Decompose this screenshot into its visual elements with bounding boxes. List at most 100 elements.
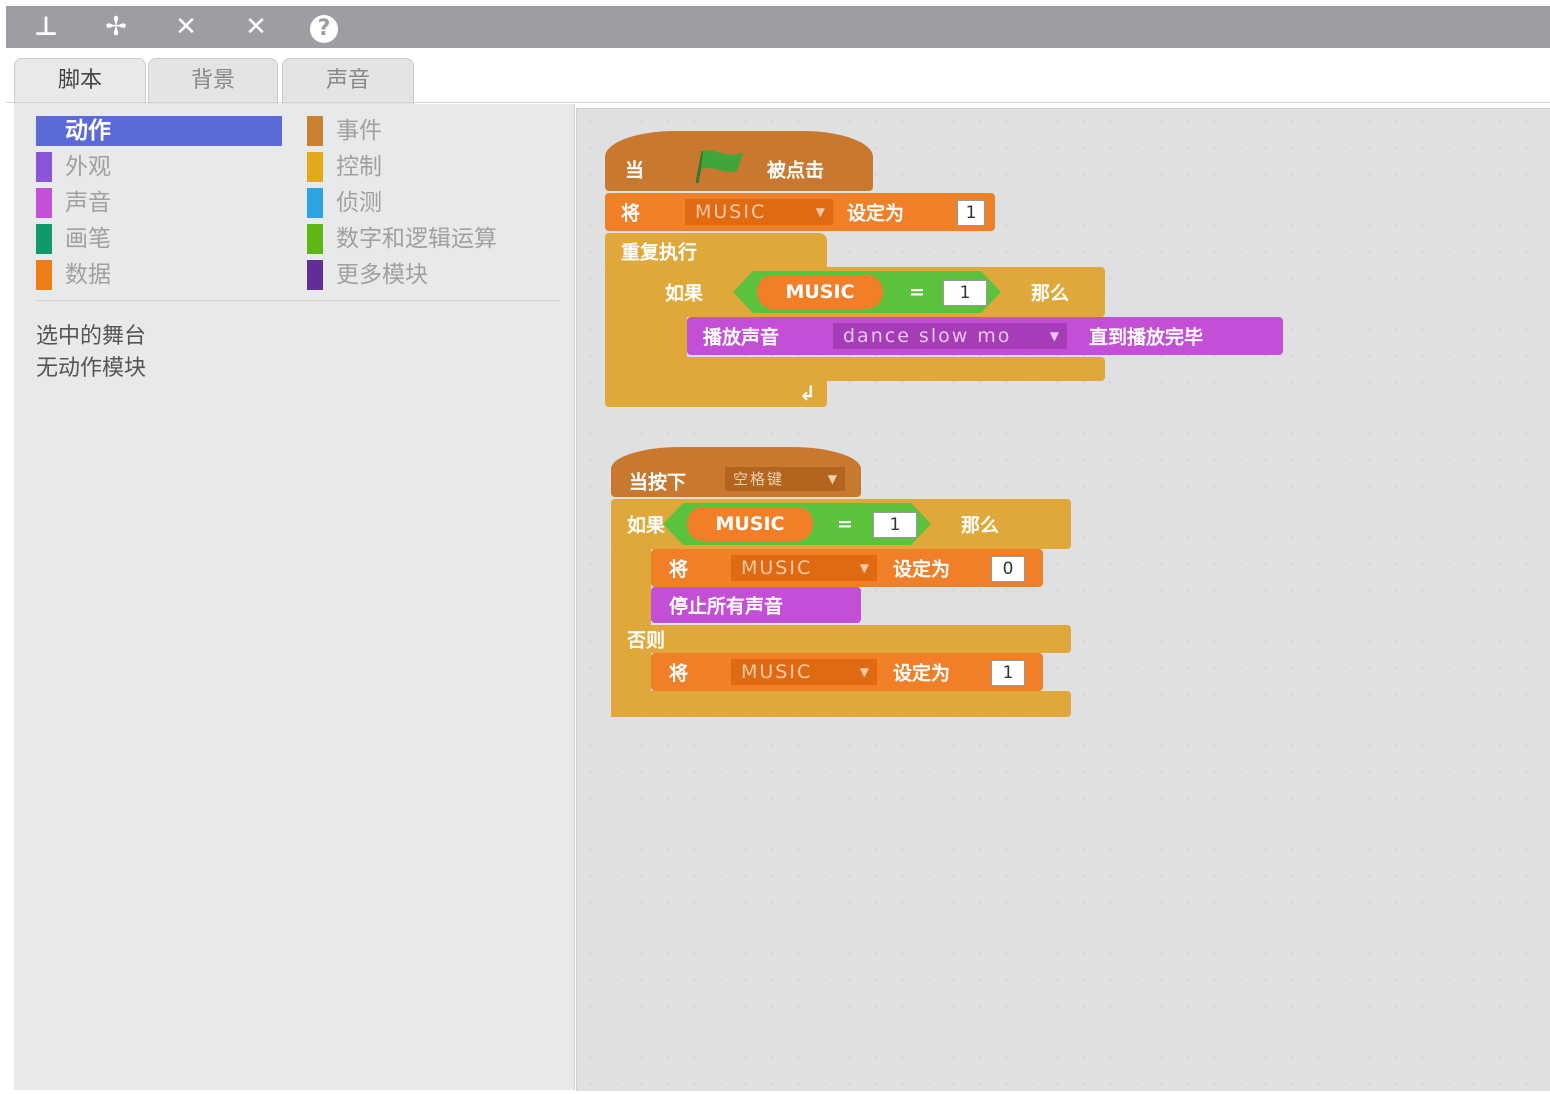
category-label: 数字和逻辑运算	[336, 226, 497, 252]
tab-divider	[6, 102, 1550, 103]
value-input[interactable]: 0	[991, 556, 1025, 582]
toolbar: ⊥ ✢ ✕ ✕ ?	[6, 6, 1550, 48]
dropdown-arrow-icon: ▼	[859, 665, 871, 679]
then-word: 那么	[961, 514, 1000, 537]
green-flag-icon	[695, 150, 743, 184]
forever-arm	[605, 267, 647, 387]
help-icon[interactable]: ?	[306, 12, 342, 43]
if-then-block[interactable]: 如果 MUSIC = 1 那么	[647, 267, 1105, 317]
compare-value-input[interactable]: 1	[943, 280, 987, 306]
set-variable-block[interactable]: 将 MUSIC ▼ 设定为 1	[605, 193, 995, 231]
category-label: 声音	[65, 190, 111, 216]
category-label: 事件	[336, 118, 382, 144]
tab-sounds[interactable]: 声音	[282, 58, 414, 105]
category-data[interactable]: 数据	[36, 260, 282, 290]
category-swatch	[36, 152, 52, 182]
set-to-label: 设定为	[893, 558, 951, 581]
variable-dropdown[interactable]: MUSIC ▼	[731, 555, 877, 581]
category-looks[interactable]: 外观	[36, 152, 282, 182]
category-swatch	[36, 188, 52, 218]
shrink-icon[interactable]: ✕	[238, 12, 274, 42]
category-label: 外观	[65, 154, 111, 180]
category-motion[interactable]: 动作	[36, 116, 282, 146]
sound-name: dance slow mo	[843, 325, 1012, 347]
category-swatch	[36, 116, 52, 146]
category-sensing[interactable]: 侦测	[307, 188, 557, 218]
hat-key-label: 当按下	[629, 471, 687, 494]
category-pen[interactable]: 画笔	[36, 224, 282, 254]
variable-name: MUSIC	[741, 661, 813, 683]
category-more-blocks[interactable]: 更多模块	[307, 260, 557, 290]
set-variable-block[interactable]: 将 MUSIC ▼ 设定为 1	[651, 653, 1043, 691]
loop-arrow-icon: ↲	[799, 381, 816, 405]
set-variable-block[interactable]: 将 MUSIC ▼ 设定为 0	[651, 549, 1043, 587]
category-label: 画笔	[65, 226, 111, 252]
if-word: 如果	[665, 282, 704, 305]
forever-foot: ↲	[605, 379, 827, 407]
if-else-block[interactable]: 如果 MUSIC = 1 那么	[611, 499, 1071, 549]
category-swatch	[36, 260, 52, 290]
category-swatch	[307, 224, 323, 254]
until-done-label: 直到播放完毕	[1089, 326, 1204, 349]
play-sound-label: 播放声音	[703, 326, 780, 349]
scripts-area[interactable]: 当 被点击 将 MUSIC ▼ 设定为 1 重复执行 ↲ 如果 MUSIC = …	[576, 108, 1550, 1091]
variable-reporter[interactable]: MUSIC	[687, 507, 813, 541]
dropdown-arrow-icon: ▼	[1049, 329, 1061, 343]
category-swatch	[36, 224, 52, 254]
category-swatch	[307, 260, 323, 290]
set-to-label: 设定为	[893, 662, 951, 685]
when-key-pressed-block[interactable]: 当按下 空格键 ▼	[611, 447, 861, 497]
category-sound[interactable]: 声音	[36, 188, 282, 218]
value-input[interactable]: 1	[991, 660, 1025, 686]
palette-message-line2: 无动作模块	[36, 356, 147, 381]
variable-name: MUSIC	[695, 201, 767, 223]
category-label: 侦测	[336, 190, 382, 216]
set-word: 将	[669, 662, 689, 685]
else-word: 否则	[627, 629, 666, 652]
stop-all-sounds-block[interactable]: 停止所有声音	[651, 587, 861, 623]
when-flag-clicked-block[interactable]: 当 被点击	[605, 131, 873, 191]
category-operators[interactable]: 数字和逻辑运算	[307, 224, 557, 254]
set-word: 将	[621, 202, 641, 225]
sound-dropdown[interactable]: dance slow mo ▼	[833, 323, 1067, 349]
forever-block[interactable]: 重复执行	[605, 233, 827, 269]
variable-reporter[interactable]: MUSIC	[757, 275, 883, 309]
if-else-foot	[611, 691, 1071, 717]
dropdown-arrow-icon: ▼	[827, 472, 839, 486]
play-sound-until-done-block[interactable]: 播放声音 dance slow mo ▼ 直到播放完毕	[687, 317, 1283, 355]
palette-divider	[36, 300, 560, 301]
if-word: 如果	[627, 514, 666, 537]
hat-when-label: 当	[625, 159, 645, 182]
equals-sign: =	[909, 281, 925, 303]
help-glyph: ?	[310, 15, 338, 43]
equals-sign: =	[837, 513, 853, 535]
dropdown-arrow-icon: ▼	[815, 205, 827, 219]
tab-scripts[interactable]: 脚本	[14, 58, 146, 107]
grow-icon[interactable]: ✕	[168, 12, 204, 42]
cut-icon[interactable]: ✢	[98, 12, 134, 42]
set-word: 将	[669, 558, 689, 581]
if-foot	[647, 357, 1105, 381]
block-palette: 动作 外观 声音 画笔 数据 事件 控制 侦测 数字和逻辑运算 更多模块 选中的…	[14, 104, 575, 1090]
variable-name: MUSIC	[741, 557, 813, 579]
dropdown-arrow-icon: ▼	[859, 561, 871, 575]
variable-dropdown[interactable]: MUSIC ▼	[685, 199, 833, 225]
category-swatch	[307, 116, 323, 146]
palette-message-line1: 选中的舞台	[36, 324, 147, 349]
stop-sounds-label: 停止所有声音	[669, 595, 784, 618]
category-control[interactable]: 控制	[307, 152, 557, 182]
hat-clicked-label: 被点击	[767, 159, 825, 182]
tab-backdrops[interactable]: 背景	[148, 58, 278, 105]
category-label: 数据	[65, 262, 111, 288]
category-label: 动作	[65, 118, 111, 144]
value-input[interactable]: 1	[957, 200, 985, 226]
variable-dropdown[interactable]: MUSIC ▼	[731, 659, 877, 685]
key-name: 空格键	[733, 470, 785, 488]
stamp-icon[interactable]: ⊥	[28, 12, 64, 42]
key-dropdown[interactable]: 空格键 ▼	[725, 467, 845, 491]
compare-value-input[interactable]: 1	[873, 512, 917, 538]
else-section: 否则	[611, 625, 1071, 653]
category-label: 控制	[336, 154, 382, 180]
set-to-label: 设定为	[847, 202, 905, 225]
category-events[interactable]: 事件	[307, 116, 557, 146]
